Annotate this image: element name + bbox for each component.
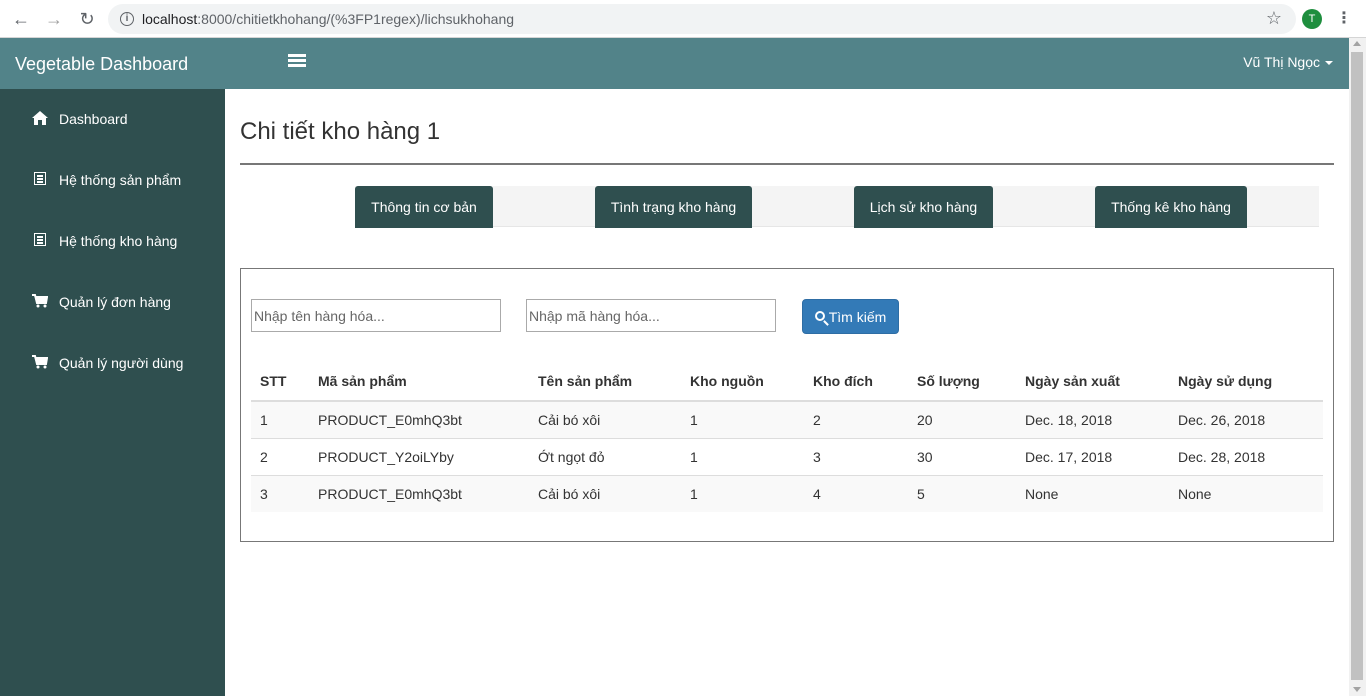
tab-basic-info[interactable]: Thông tin cơ bản: [355, 186, 493, 228]
table-cell: 5: [908, 474, 1016, 512]
table-cell: PRODUCT_Y2oiLYby: [309, 437, 529, 475]
sidebar-item-label: Dashboard: [59, 111, 128, 127]
caret-down-icon: [1325, 61, 1333, 66]
table-cell: 1: [681, 437, 804, 475]
table-cell: 1: [251, 400, 309, 438]
page-scrollbar[interactable]: [1349, 38, 1366, 696]
list-icon: [30, 233, 50, 249]
column-header[interactable]: Mã sản phẩm: [309, 362, 529, 402]
sidebar-item-label: Hệ thống kho hàng: [59, 233, 178, 249]
tab-warehouse-stats[interactable]: Thống kê kho hàng: [1095, 186, 1247, 228]
app-navbar: Vegetable Dashboard Vũ Thị Ngọc: [0, 38, 1349, 89]
table-cell: 3: [251, 474, 309, 512]
column-header[interactable]: Tên sản phẩm: [529, 362, 681, 402]
profile-avatar[interactable]: T: [1302, 9, 1322, 29]
cart-icon: [30, 293, 50, 311]
table-row: 1 PRODUCT_E0mhQ3bt Cải bó xôi 1 2 20 Dec…: [251, 400, 1323, 438]
table-cell: 1: [681, 400, 804, 438]
column-header[interactable]: Kho đích: [804, 362, 908, 402]
search-icon: [814, 310, 825, 321]
hamburger-menu-icon[interactable]: [288, 54, 306, 70]
table-row: 2 PRODUCT_Y2oiLYby Ớt ngọt đỏ 1 3 30 Dec…: [251, 437, 1323, 475]
column-header[interactable]: Ngày sử dụng: [1169, 362, 1323, 402]
user-name: Vũ Thị Ngọc: [1243, 54, 1320, 70]
browser-toolbar: ← → ↻ i localhost:8000/chitietkhohang/(%…: [0, 0, 1366, 38]
table-cell: Dec. 26, 2018: [1169, 400, 1323, 438]
table-cell: Dec. 18, 2018: [1016, 400, 1169, 438]
table-cell: PRODUCT_E0mhQ3bt: [309, 400, 529, 438]
tab-warehouse-status[interactable]: Tình trạng kho hàng: [595, 186, 752, 228]
scroll-up-arrow-icon[interactable]: [1353, 41, 1361, 46]
sidebar-item-users[interactable]: Quản lý người dùng: [0, 343, 225, 383]
table-cell: 2: [804, 400, 908, 438]
sidebar-item-label: Quản lý người dùng: [59, 355, 184, 371]
user-menu[interactable]: Vũ Thị Ngọc: [1243, 54, 1333, 70]
tab-strip: Thông tin cơ bản Tình trạng kho hàng Lịc…: [355, 186, 1319, 228]
table-cell: None: [1169, 474, 1323, 512]
table-cell: 3: [804, 437, 908, 475]
column-header[interactable]: Số lượng: [908, 362, 1016, 402]
browser-menu-icon[interactable]: ⋮: [1336, 8, 1352, 28]
column-header[interactable]: Ngày sản xuất: [1016, 362, 1169, 402]
history-panel: Tìm kiếm STT Mã sản phẩm Tên sản phẩm Kh…: [240, 268, 1334, 542]
brand-title[interactable]: Vegetable Dashboard: [15, 54, 188, 75]
table-cell: Cải bó xôi: [529, 400, 681, 438]
column-header[interactable]: Kho nguồn: [681, 362, 804, 402]
sidebar-item-dashboard[interactable]: Dashboard: [0, 99, 225, 139]
scroll-down-arrow-icon[interactable]: [1353, 687, 1361, 692]
product-name-search-input[interactable]: [251, 299, 501, 332]
sidebar-item-orders[interactable]: Quản lý đơn hàng: [0, 282, 225, 322]
table-row: 3 PRODUCT_E0mhQ3bt Cải bó xôi 1 4 5 None…: [251, 474, 1323, 512]
scroll-thumb[interactable]: [1351, 52, 1363, 680]
product-code-search-input[interactable]: [526, 299, 776, 332]
table-header-row: STT Mã sản phẩm Tên sản phẩm Kho nguồn K…: [251, 362, 1323, 402]
table-cell: None: [1016, 474, 1169, 512]
forward-arrow-icon[interactable]: →: [43, 8, 65, 30]
table-cell: Dec. 28, 2018: [1169, 437, 1323, 475]
sidebar: Dashboard Hệ thống sản phẩm Hệ thống kho…: [0, 89, 225, 696]
table-cell: Dec. 17, 2018: [1016, 437, 1169, 475]
main-content: Chi tiết kho hàng 1 Thông tin cơ bản Tìn…: [225, 89, 1349, 696]
table-cell: 20: [908, 400, 1016, 438]
page-title: Chi tiết kho hàng 1: [240, 118, 441, 145]
back-arrow-icon[interactable]: ←: [10, 8, 32, 30]
sidebar-item-label: Quản lý đơn hàng: [59, 294, 171, 310]
sidebar-item-warehouses[interactable]: Hệ thống kho hàng: [0, 221, 225, 261]
column-header[interactable]: STT: [251, 362, 309, 402]
table-cell: 4: [804, 474, 908, 512]
cart-icon: [30, 354, 50, 372]
search-button[interactable]: Tìm kiếm: [802, 299, 899, 334]
history-table: STT Mã sản phẩm Tên sản phẩm Kho nguồn K…: [251, 362, 1323, 512]
table-cell: 1: [681, 474, 804, 512]
tab-warehouse-history[interactable]: Lịch sử kho hàng: [854, 186, 993, 228]
sidebar-item-label: Hệ thống sản phẩm: [59, 172, 182, 188]
sidebar-item-products[interactable]: Hệ thống sản phẩm: [0, 160, 225, 200]
reload-icon[interactable]: ↻: [76, 8, 98, 30]
home-icon: [30, 110, 50, 128]
list-icon: [30, 172, 50, 188]
divider: [240, 163, 1334, 165]
bookmark-star-icon[interactable]: ☆: [1266, 8, 1282, 29]
address-bar[interactable]: i localhost:8000/chitietkhohang/(%3FP1re…: [108, 4, 1296, 34]
table-cell: Cải bó xôi: [529, 474, 681, 512]
table-cell: 2: [251, 437, 309, 475]
table-cell: 30: [908, 437, 1016, 475]
info-icon[interactable]: i: [120, 12, 134, 26]
url-text[interactable]: localhost:8000/chitietkhohang/(%3FP1rege…: [142, 11, 514, 27]
table-cell: PRODUCT_E0mhQ3bt: [309, 474, 529, 512]
table-cell: Ớt ngọt đỏ: [529, 437, 681, 475]
